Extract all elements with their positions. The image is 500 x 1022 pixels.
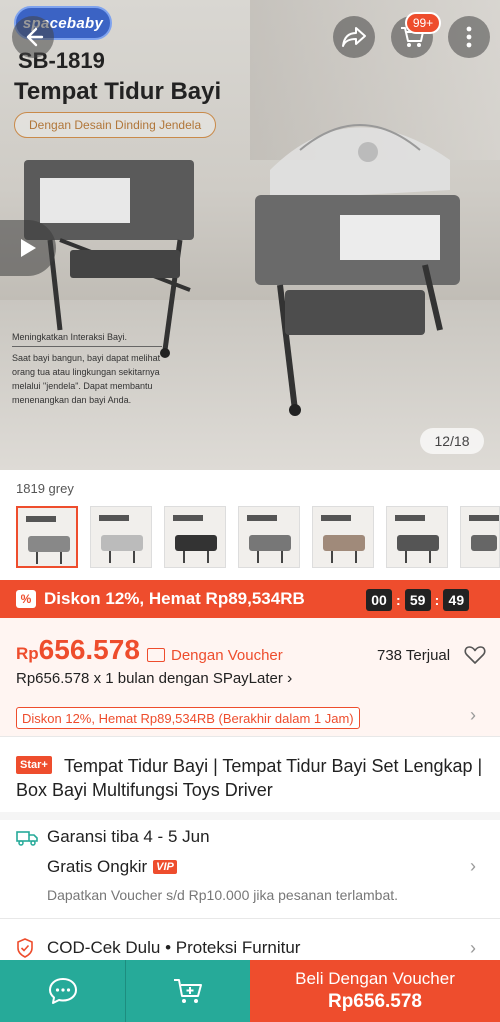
product-name: Tempat Tidur Bayi | Tempat Tidur Bayi Se…	[16, 756, 483, 800]
timer-hours: 00	[366, 589, 392, 611]
divider	[0, 918, 500, 919]
voucher-icon	[147, 648, 165, 662]
arrow-left-icon	[26, 27, 44, 47]
timer-minutes: 59	[404, 589, 431, 611]
variant-thumbnails	[16, 506, 500, 568]
chat-button[interactable]	[0, 960, 125, 1022]
back-button[interactable]	[12, 16, 54, 58]
share-button[interactable]	[333, 16, 375, 58]
chevron-right-icon: ›	[287, 670, 293, 687]
price-amount: 656.578	[38, 634, 140, 665]
delivery-guarantee: Garansi tiba 4 - 5 Jun	[47, 827, 210, 846]
product-image-carousel[interactable]: spacebaby SB-1819 Tempat Tidur Bayi Deng…	[0, 0, 500, 470]
variant-thumbnail[interactable]	[460, 506, 500, 568]
more-vertical-icon	[466, 26, 472, 48]
bottom-action-bar: Beli Dengan Voucher Rp656.578	[0, 960, 500, 1022]
play-icon	[21, 239, 36, 257]
timer-seconds: 49	[443, 589, 470, 611]
buy-button-price: Rp656.578	[327, 991, 422, 1012]
variant-thumbnail[interactable]	[90, 506, 152, 568]
divider	[0, 736, 500, 737]
buy-with-voucher-button[interactable]: Beli Dengan Voucher Rp656.578	[250, 960, 500, 1022]
spaylater-row[interactable]: Rp656.578 x 1 bulan dengan SPayLater ›	[16, 670, 292, 688]
chevron-right-icon: ›	[470, 705, 476, 725]
chevron-right-icon[interactable]: ›	[470, 938, 476, 959]
share-icon	[342, 27, 366, 47]
heart-icon	[464, 646, 486, 664]
add-cart-icon	[174, 979, 202, 1003]
discount-banner-text: Diskon 12%, Hemat Rp89,534RB	[44, 589, 305, 608]
chat-icon	[48, 978, 77, 1004]
countdown-timer: 00 : 59 : 49	[366, 589, 470, 611]
description-title: Meningkatkan Interaksi Bayi.	[12, 330, 162, 347]
variant-thumbnail[interactable]	[164, 506, 226, 568]
chevron-right-icon[interactable]: ›	[470, 856, 476, 877]
truck-icon	[16, 830, 38, 851]
vip-badge: VIP	[153, 860, 177, 874]
favorite-button[interactable]	[464, 645, 486, 670]
discount-tag-icon: %	[16, 590, 36, 608]
variant-thumbnail[interactable]	[238, 506, 300, 568]
cart-badge: 99+	[405, 12, 441, 34]
hero-title: Tempat Tidur Bayi	[14, 78, 222, 105]
more-options-button[interactable]	[448, 16, 490, 58]
hero-tagline: Dengan Desain Dinding Jendela	[14, 112, 217, 138]
variant-thumbnail[interactable]	[312, 506, 374, 568]
product-price: Rp656.578	[16, 634, 140, 666]
variant-label: 1819 grey	[16, 481, 74, 496]
description-body: Saat bayi bangun, bayi dapat melihat ora…	[12, 353, 161, 405]
free-shipping-row[interactable]: Gratis Ongkir VIP	[47, 857, 177, 877]
play-video-button[interactable]	[0, 220, 56, 276]
image-counter: 12/18	[420, 428, 484, 454]
variant-thumbnail[interactable]	[386, 506, 448, 568]
discount-tag[interactable]: Diskon 12%, Hemat Rp89,534RB (Berakhir d…	[16, 707, 360, 729]
buy-button-label: Beli Dengan Voucher	[295, 969, 455, 988]
hero-description: Meningkatkan Interaksi Bayi. Saat bayi b…	[12, 330, 162, 407]
spaylater-text: Rp656.578 x 1 bulan dengan SPayLater	[16, 670, 283, 687]
late-delivery-voucher-note: Dapatkan Voucher s/d Rp10.000 jika pesan…	[47, 887, 399, 903]
sold-count: 738 Terjual	[377, 647, 451, 664]
section-divider	[0, 812, 500, 820]
voucher-label[interactable]: Dengan Voucher	[171, 647, 283, 664]
variant-thumbnail[interactable]	[16, 506, 78, 568]
add-to-cart-button[interactable]	[125, 960, 250, 1022]
price-currency: Rp	[16, 644, 39, 663]
service-guarantees[interactable]: COD-Cek Dulu • Proteksi Furnitur	[47, 938, 300, 958]
free-shipping-label: Gratis Ongkir	[47, 857, 148, 876]
